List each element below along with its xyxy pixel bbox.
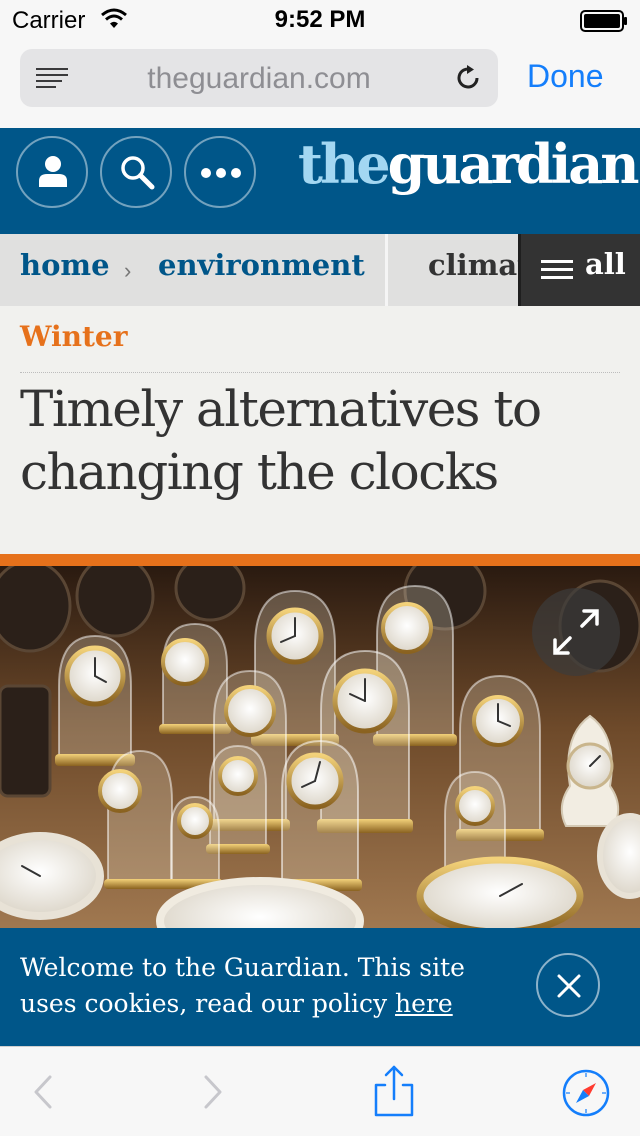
url-field[interactable]: theguardian.com: [20, 49, 498, 107]
nav-divider: [385, 234, 388, 306]
cookie-banner: Welcome to the Guardian. This site uses …: [0, 928, 640, 1046]
more-button[interactable]: [184, 136, 256, 208]
share-icon[interactable]: [370, 1047, 418, 1136]
nav-environment-link[interactable]: environment: [158, 248, 365, 282]
breadcrumb-separator: ›: [124, 258, 132, 283]
compass-icon[interactable]: [558, 1047, 614, 1136]
logo-guardian: guardian: [387, 132, 640, 196]
reload-icon[interactable]: [452, 62, 484, 94]
article-headline: Timely alternatives to changing the cloc…: [20, 380, 542, 501]
done-button[interactable]: Done: [527, 58, 604, 95]
article-header: Winter Timely alternatives to changing t…: [0, 306, 640, 554]
hamburger-icon: [541, 260, 573, 284]
section-nav: home › environment climate all: [0, 234, 640, 306]
profile-button[interactable]: [16, 136, 88, 208]
back-icon[interactable]: [26, 1047, 62, 1136]
cookie-policy-link[interactable]: here: [395, 989, 453, 1018]
url-text[interactable]: theguardian.com: [20, 62, 498, 96]
divider: [20, 372, 620, 373]
logo-the: the: [298, 132, 391, 196]
close-icon: [557, 974, 581, 998]
guardian-logo[interactable]: theguardian: [298, 132, 640, 196]
status-time: 9:52 PM: [274, 6, 366, 33]
article-kicker[interactable]: Winter: [20, 320, 127, 353]
battery-icon: [580, 10, 627, 32]
cookie-message: Welcome to the Guardian. This site uses …: [20, 950, 520, 1022]
more-icon: [201, 168, 241, 178]
guardian-header: theguardian: [0, 128, 640, 234]
browser-toolbar: [0, 1046, 640, 1136]
forward-icon[interactable]: [194, 1047, 230, 1136]
all-sections-label: all: [585, 247, 626, 281]
all-sections-button[interactable]: all: [518, 234, 640, 306]
status-bar: Carrier 9:52 PM: [0, 0, 640, 40]
nav-home-link[interactable]: home: [20, 248, 110, 282]
cookie-close-button[interactable]: [536, 953, 600, 1017]
search-icon: [121, 156, 155, 190]
search-button[interactable]: [100, 136, 172, 208]
expand-image-button[interactable]: [532, 588, 620, 676]
section-accent-bar: [0, 554, 640, 566]
profile-icon: [39, 156, 67, 187]
expand-icon: [553, 609, 599, 655]
